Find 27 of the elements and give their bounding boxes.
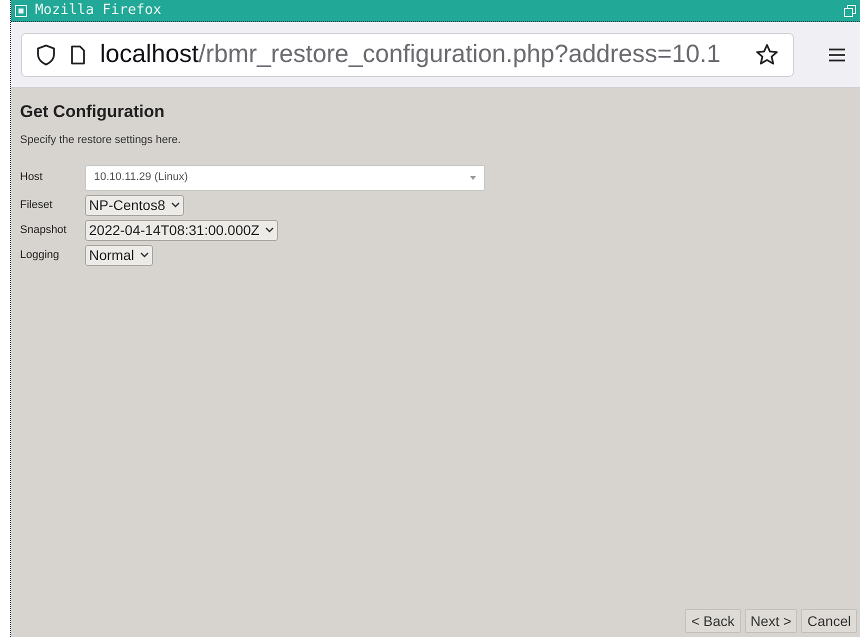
maximize-icon[interactable] — [844, 4, 856, 16]
caret-icon — [470, 176, 476, 180]
shield-icon[interactable] — [36, 44, 56, 66]
page-heading: Get Configuration — [20, 101, 166, 123]
chevron-icon — [140, 252, 150, 258]
page-icon[interactable] — [70, 44, 86, 64]
wizard-button[interactable]: < Back — [685, 609, 741, 633]
wizard-button[interactable]: Next > — [744, 609, 798, 633]
select-field[interactable]: 2022-04-14T08:31:00.000Z — [85, 220, 278, 240]
select-field[interactable]: Normal — [85, 244, 154, 266]
url-host: localhost — [100, 40, 199, 68]
chevron-icon — [171, 202, 180, 208]
menu-icon[interactable] — [828, 48, 846, 62]
url-bar[interactable]: localhost/rbmr_restore_configuration.php?address=10.1 — [21, 32, 794, 76]
wizard-button[interactable]: Cancel — [801, 609, 857, 633]
description-text: Specify the restore settings here. — [20, 133, 182, 148]
star-icon[interactable] — [755, 42, 780, 66]
field-label: Host — [20, 170, 44, 186]
url-path: /rbmr_restore_configuration.php?address=10.1 — [198, 40, 721, 68]
window-menu-icon[interactable] — [15, 4, 27, 16]
field-label: Logging — [20, 248, 60, 263]
field-label: Snapshot — [20, 222, 68, 238]
host-dropdown[interactable]: 10.10.11.29 (Linux) — [85, 164, 485, 190]
select-field[interactable]: NP-Centos8 — [85, 194, 184, 216]
field-label: Fileset — [20, 198, 54, 213]
chevron-icon — [265, 227, 274, 233]
window-title: Mozilla Firefox — [35, 1, 162, 20]
